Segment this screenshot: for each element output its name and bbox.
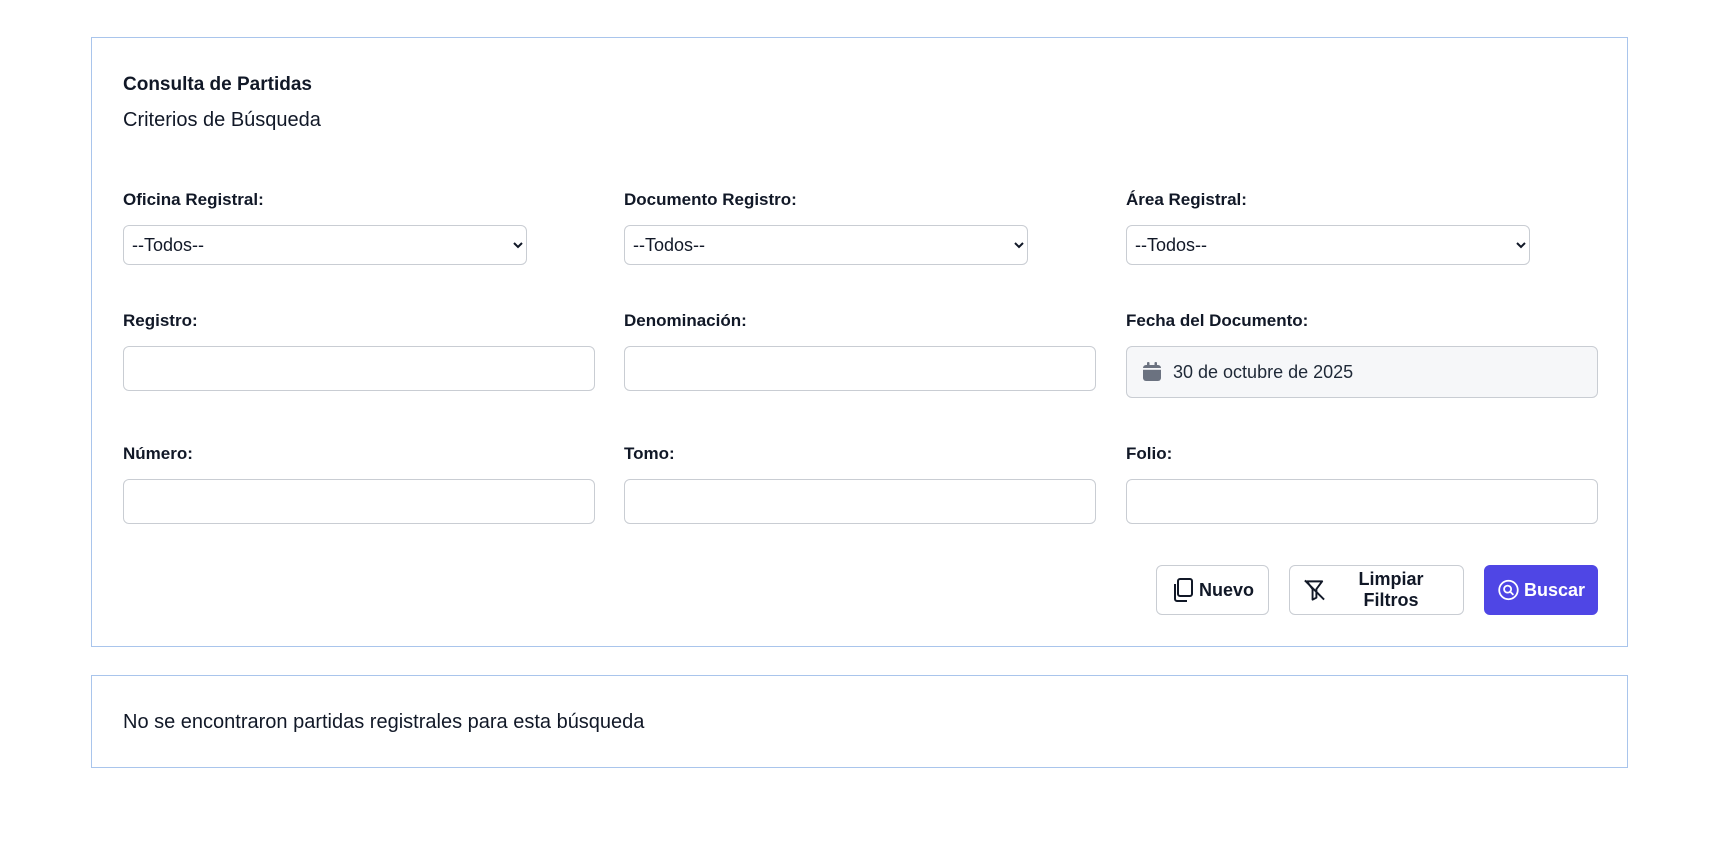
area-select[interactable]: --Todos-- [1126,225,1530,265]
results-panel: No se encontraron partidas registrales p… [91,675,1628,768]
denominacion-label: Denominación: [624,311,747,330]
fecha-label: Fecha del Documento: [1126,311,1309,330]
tomo-label: Tomo: [624,444,675,463]
page-title: Consulta de Partidas [123,74,312,95]
numero-input[interactable] [123,479,595,524]
search-criteria-panel: Consulta de Partidas Criterios de Búsque… [91,37,1628,647]
limpiar-label: Limpiar Filtros [1358,569,1424,610]
numero-label: Número: [123,444,193,463]
nuevo-button[interactable]: Nuevo [1156,565,1269,615]
search-circle-icon [1498,579,1519,601]
oficina-select[interactable]: --Todos-- [123,225,527,265]
registro-label: Registro: [123,311,198,330]
registro-input[interactable] [123,346,595,391]
nuevo-label: Nuevo [1198,579,1254,600]
copy-icon [1173,578,1193,602]
denominacion-input[interactable] [624,346,1096,391]
documento-label: Documento Registro: [624,190,797,209]
documento-select[interactable]: --Todos-- [624,225,1028,265]
buscar-button[interactable]: Buscar [1484,565,1598,615]
fecha-value: 30 de octubre de 2025 [1173,361,1354,382]
filter-off-icon [1304,579,1325,601]
fecha-date-picker[interactable]: 30 de octubre de 2025 [1126,346,1598,398]
calendar-icon [1141,361,1163,383]
limpiar-filtros-button[interactable]: Limpiar Filtros [1289,565,1464,615]
area-label: Área Registral: [1126,190,1247,209]
oficina-label: Oficina Registral: [123,190,264,209]
tomo-input[interactable] [624,479,1096,524]
buscar-label: Buscar [1523,579,1585,600]
empty-results-message: No se encontraron partidas registrales p… [123,711,645,733]
folio-label: Folio: [1126,444,1173,463]
folio-input[interactable] [1126,479,1598,524]
section-subtitle: Criterios de Búsqueda [123,109,321,131]
